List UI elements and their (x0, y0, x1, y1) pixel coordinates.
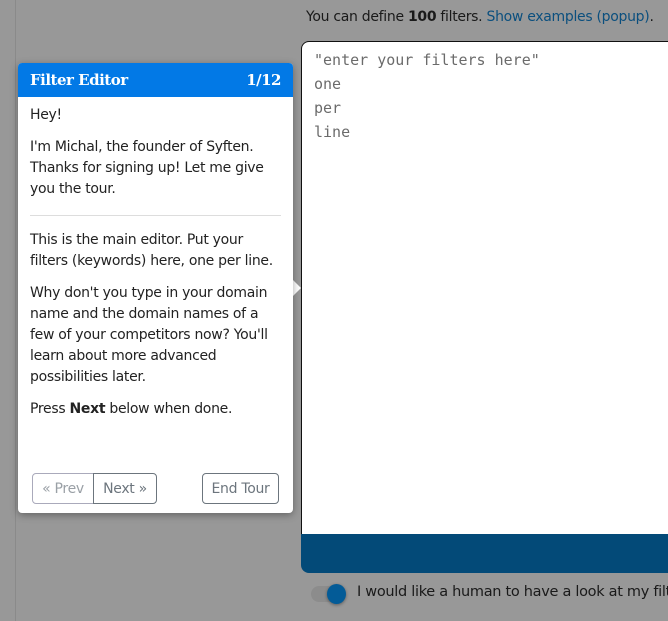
human-review-toggle[interactable] (311, 584, 346, 604)
toggle-knob[interactable] (327, 584, 346, 604)
intro-suffix: filters. (436, 9, 487, 25)
tour-intro: I'm Michal, the founder of Syften. Thank… (30, 139, 264, 197)
tour-buttons: « Prev Next » End Tour (32, 473, 279, 504)
tour-domain-text: Why don't you type in your domain name a… (30, 285, 268, 385)
tour-divider (30, 215, 281, 216)
tour-title: Filter Editor (30, 71, 128, 89)
filter-limit-text: You can define 100 filters. Show example… (306, 9, 654, 25)
page-divider (15, 0, 16, 621)
hint-pre: Press (30, 401, 70, 417)
next-button[interactable]: Next » (93, 473, 157, 504)
editor-footer-bar (301, 534, 668, 573)
human-review-label: I would like a human to have a look at m… (357, 584, 668, 600)
tour-step: 1/12 (246, 71, 281, 89)
show-examples-link[interactable]: Show examples (popup) (486, 9, 649, 25)
hint-bold: Next (69, 401, 106, 417)
prev-button[interactable]: « Prev (32, 473, 94, 504)
hint-post: below when done. (105, 401, 233, 417)
tour-editor-text: This is the main editor. Put your filter… (30, 232, 273, 269)
intro-end: . (649, 9, 654, 25)
tour-greeting: Hey! (30, 107, 62, 123)
tour-body: Hey! I'm Michal, the founder of Syften. … (18, 97, 293, 439)
intro-prefix: You can define (306, 9, 408, 25)
popover-arrow (293, 280, 301, 296)
tour-popover: Filter Editor 1/12 Hey! I'm Michal, the … (18, 63, 293, 513)
end-tour-button[interactable]: End Tour (202, 473, 279, 504)
filter-count: 100 (407, 9, 437, 25)
tour-header: Filter Editor 1/12 (18, 63, 293, 97)
filter-editor[interactable]: "enter your filters here" one per line (301, 41, 668, 535)
tour-next-hint: Press Next below when done. (30, 399, 281, 420)
